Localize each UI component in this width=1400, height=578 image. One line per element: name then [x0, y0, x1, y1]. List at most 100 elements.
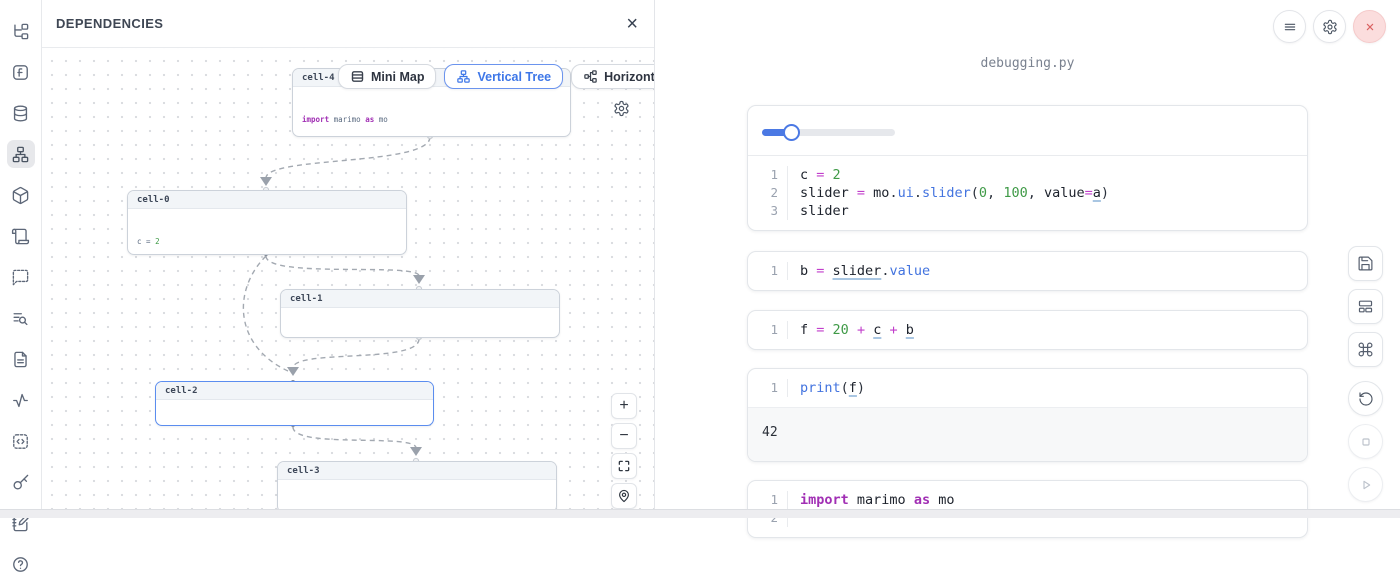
stop-icon: [1358, 434, 1374, 450]
key-icon: [11, 473, 30, 492]
gear-icon: [1322, 19, 1338, 35]
notebook-side-actions: [1348, 246, 1383, 367]
sidebar-item-secrets[interactable]: [7, 468, 35, 496]
code-editor[interactable]: 1print(f): [748, 369, 1307, 407]
line-number: 1: [748, 379, 788, 397]
sidebar-item-tracing[interactable]: [7, 386, 35, 414]
file-tree-icon: [11, 22, 30, 41]
notebook-settings-button[interactable]: [1313, 10, 1346, 43]
save-icon: [1357, 255, 1374, 272]
code-editor[interactable]: 1f = 20 + c + b: [748, 311, 1307, 349]
vertical-tree-icon: [456, 69, 471, 84]
code-line: slider = mo.ui.slider(0, 100, value=a): [788, 184, 1109, 202]
notebook-cells: 1c = 2 2slider = mo.ui.slider(0, 100, va…: [747, 105, 1308, 538]
fit-view-icon: [617, 459, 631, 473]
activity-pulse-icon: [11, 391, 30, 410]
code-line: import marimo as mo: [788, 491, 954, 509]
file-text-icon: [11, 350, 30, 369]
horizontal-tree-button[interactable]: Horizontal Tree: [571, 64, 654, 89]
sidebar-item-find-in-logs[interactable]: [7, 304, 35, 332]
sidebar-item-ai-chat[interactable]: [7, 263, 35, 291]
save-button[interactable]: [1348, 246, 1383, 281]
cell-output-slider: [748, 106, 1307, 156]
vertical-tree-button[interactable]: Vertical Tree: [444, 64, 563, 89]
notebook-cell-print[interactable]: 1print(f) 42: [747, 368, 1308, 462]
line-number: 1: [748, 166, 788, 184]
sidebar-icon-rail: [0, 0, 42, 518]
menu-icon: [1282, 19, 1298, 35]
chat-bubble-dashed-icon: [11, 268, 30, 287]
cell-output-text: 42: [748, 407, 1307, 461]
dependencies-panel: DEPENDENCIES × Mini Map Vertical Tree Ho…: [42, 0, 655, 518]
sidebar-item-snippets[interactable]: [7, 427, 35, 455]
sidebar-item-file-tree[interactable]: [7, 17, 35, 45]
graph-node-cell-1[interactable]: cell-1 b = slider.value: [280, 289, 560, 338]
notebook-cell-b[interactable]: 1b = slider.value: [747, 251, 1308, 291]
slider-thumb[interactable]: [783, 124, 800, 141]
horizontal-tree-label: Horizontal Tree: [604, 70, 654, 84]
function-square-icon: [11, 63, 30, 82]
notebook-menu-button[interactable]: [1273, 10, 1306, 43]
graph-node-cell-2[interactable]: cell-2 f = 20 + c + b: [155, 381, 434, 426]
zoom-in-button[interactable]: +: [611, 393, 637, 419]
database-icon: [11, 104, 30, 123]
code-line: c = 2: [788, 166, 841, 184]
code-editor[interactable]: 1b = slider.value: [748, 252, 1307, 290]
notebook-topbar: [1273, 10, 1386, 43]
center-node-button[interactable]: [611, 483, 637, 509]
node-label: cell-3: [278, 462, 556, 480]
undo-icon: [1358, 391, 1374, 407]
sidebar-item-help[interactable]: [7, 550, 35, 578]
sidebar-item-datasources[interactable]: [7, 99, 35, 127]
node-label: cell-1: [281, 290, 559, 308]
stop-button[interactable]: [1348, 424, 1383, 459]
plus-icon: +: [619, 397, 628, 415]
command-palette-button[interactable]: [1348, 332, 1383, 367]
code-line: print(f): [788, 379, 865, 397]
dependency-graph-canvas[interactable]: Mini Map Vertical Tree Horizontal Tree: [42, 48, 654, 518]
list-search-icon: [11, 309, 30, 328]
notebook-cell-slider[interactable]: 1c = 2 2slider = mo.ui.slider(0, 100, va…: [747, 105, 1308, 231]
dependencies-panel-header: DEPENDENCIES ×: [42, 0, 654, 48]
line-number: 1: [748, 262, 788, 280]
horizontal-tree-icon: [583, 69, 598, 84]
sidebar-item-documentation[interactable]: [7, 345, 35, 373]
layout-toggle-button[interactable]: [1348, 289, 1383, 324]
code-square-dashed-icon: [11, 432, 30, 451]
code-line: slider: [788, 202, 849, 220]
zoom-out-button[interactable]: −: [611, 423, 637, 449]
vertical-tree-label: Vertical Tree: [477, 70, 551, 84]
sidebar-item-packages[interactable]: [7, 181, 35, 209]
node-code: f = 20 + c + b: [156, 400, 433, 426]
layout-icon: [1357, 298, 1374, 315]
help-circle-icon: [11, 555, 30, 574]
dependency-graph-icon: [11, 145, 30, 164]
notebook-area: debugging.py 1c = 2 2slider = mo.ui.slid…: [655, 0, 1400, 518]
graph-settings-button[interactable]: [613, 100, 630, 117]
sidebar-item-logs[interactable]: [7, 222, 35, 250]
notebook-filename: debugging.py: [747, 56, 1308, 71]
run-button[interactable]: [1348, 467, 1383, 502]
line-number: 3: [748, 202, 788, 220]
sidebar-item-dependency-graph[interactable]: [7, 140, 35, 168]
graph-node-cell-3[interactable]: cell-3 print(f): [277, 461, 557, 513]
close-x-icon: [1362, 19, 1378, 35]
bottom-bar: [0, 509, 1400, 518]
mini-map-button[interactable]: Mini Map: [338, 64, 436, 89]
code-line: f = 20 + c + b: [788, 321, 914, 339]
notebook-run-controls: [1348, 381, 1383, 502]
graph-node-cell-0[interactable]: cell-0 c = 2 slider = mo.ui.slider(0, 10…: [127, 190, 407, 255]
fit-view-button[interactable]: [611, 453, 637, 479]
graph-zoom-controls: + −: [611, 393, 637, 509]
panel-title: DEPENDENCIES: [56, 16, 163, 31]
line-number: 2: [748, 184, 788, 202]
undo-button[interactable]: [1348, 381, 1383, 416]
scroll-icon: [11, 227, 30, 246]
close-panel-button[interactable]: ×: [626, 14, 638, 34]
code-editor[interactable]: 1c = 2 2slider = mo.ui.slider(0, 100, va…: [748, 156, 1307, 230]
shutdown-button[interactable]: [1353, 10, 1386, 43]
node-code: import marimo as mo a = 20: [293, 87, 570, 137]
sidebar-item-functions[interactable]: [7, 58, 35, 86]
notebook-cell-f[interactable]: 1f = 20 + c + b: [747, 310, 1308, 350]
ui-slider[interactable]: [762, 129, 895, 136]
